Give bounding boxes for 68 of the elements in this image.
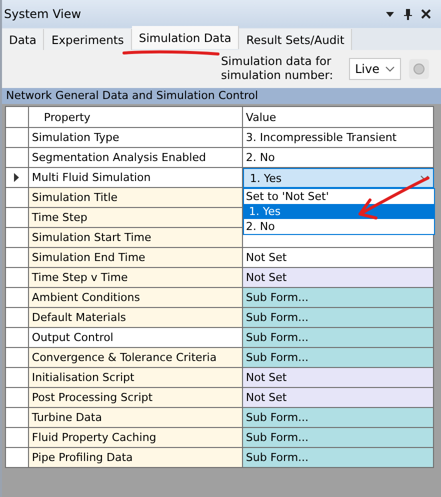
property-cell: Pipe Profiling Data [28,448,243,468]
simulation-number-label: Simulation data for simulation number: [221,55,334,83]
disabled-icon [412,62,426,76]
value-cell: Sub Form... [242,448,434,468]
row-header-cell[interactable] [5,128,29,148]
caret-icon [385,66,395,72]
value-cell: Sub Form... [242,288,434,308]
tab[interactable]: Data [2,29,44,50]
property-cell: Simulation Type [28,128,243,148]
value-cell: Not Set [242,268,434,288]
property-cell: Time Step [28,208,243,228]
value-cell: Sub Form... [242,308,434,328]
property-cell: Simulation Title [28,188,243,208]
row-header-cell[interactable] [5,248,29,268]
dropdown-icon[interactable] [385,10,395,18]
property-cell: Ambient Conditions [28,288,243,308]
row-header-cell[interactable] [5,168,29,188]
value-cell: Not Set [242,388,434,408]
row-header-cell[interactable] [5,268,29,288]
row-header-cell[interactable] [5,328,29,348]
value-cell: Sub Form... [242,408,434,428]
row-header-cell [5,106,29,128]
caret-icon[interactable] [420,175,429,181]
row-header-cell[interactable] [5,348,29,368]
row-header-cell[interactable] [5,408,29,428]
property-cell: Default Materials [28,308,243,328]
row-header-cell[interactable] [5,208,29,228]
property-cell: Simulation Start Time [28,228,243,248]
value-cell: 3. Incompressible Transient [242,128,434,148]
row-header-cell[interactable] [5,428,29,448]
dropdown-option[interactable]: 2. No [244,219,434,234]
row-header-cell[interactable] [5,148,29,168]
value-cell: 2. No [242,148,434,168]
column-header: Value [242,106,434,128]
property-cell: Time Step v Time [28,268,243,288]
window-title: System View [4,7,82,21]
row-header-cell[interactable] [5,188,29,208]
property-cell: Output Control [28,328,243,348]
current-row-icon [14,173,20,182]
tab[interactable]: Experiments [44,29,132,50]
property-cell: Turbine Data [28,408,243,428]
property-cell: Initialisation Script [28,368,243,388]
value-cell: Sub Form... [242,428,434,448]
tab[interactable]: Simulation Data [132,26,240,49]
pin-icon[interactable] [403,8,413,20]
row-header-cell[interactable] [5,368,29,388]
property-cell: Post Processing Script [28,388,243,408]
dropdown-option[interactable]: 1. Yes [244,204,434,219]
simulation-number-dropdown[interactable]: Live [349,58,401,80]
value-cell: Not Set [242,248,434,268]
property-cell: Multi Fluid Simulation [28,168,243,188]
close-icon[interactable] [421,9,431,19]
property-cell: Simulation End Time [28,248,243,268]
property-cell: Convergence & Tolerance Criteria [28,348,243,368]
value-cell: Sub Form... [242,348,434,368]
row-header-cell[interactable] [5,228,29,248]
property-cell: Fluid Property Caching [28,428,243,448]
section-header: Network General Data and Simulation Control [2,88,441,104]
column-header: Property [28,106,243,128]
row-header-cell[interactable] [5,288,29,308]
value-cell: Not Set [242,368,434,388]
row-header-cell[interactable] [5,448,29,468]
row-header-cell[interactable] [5,308,29,328]
property-cell: Segmentation Analysis Enabled [28,148,243,168]
dropdown-option[interactable]: Set to 'Not Set' [244,189,434,204]
row-header-cell[interactable] [5,388,29,408]
tab[interactable]: Result Sets/Audit [239,29,352,50]
value-cell: Sub Form... [242,328,434,348]
